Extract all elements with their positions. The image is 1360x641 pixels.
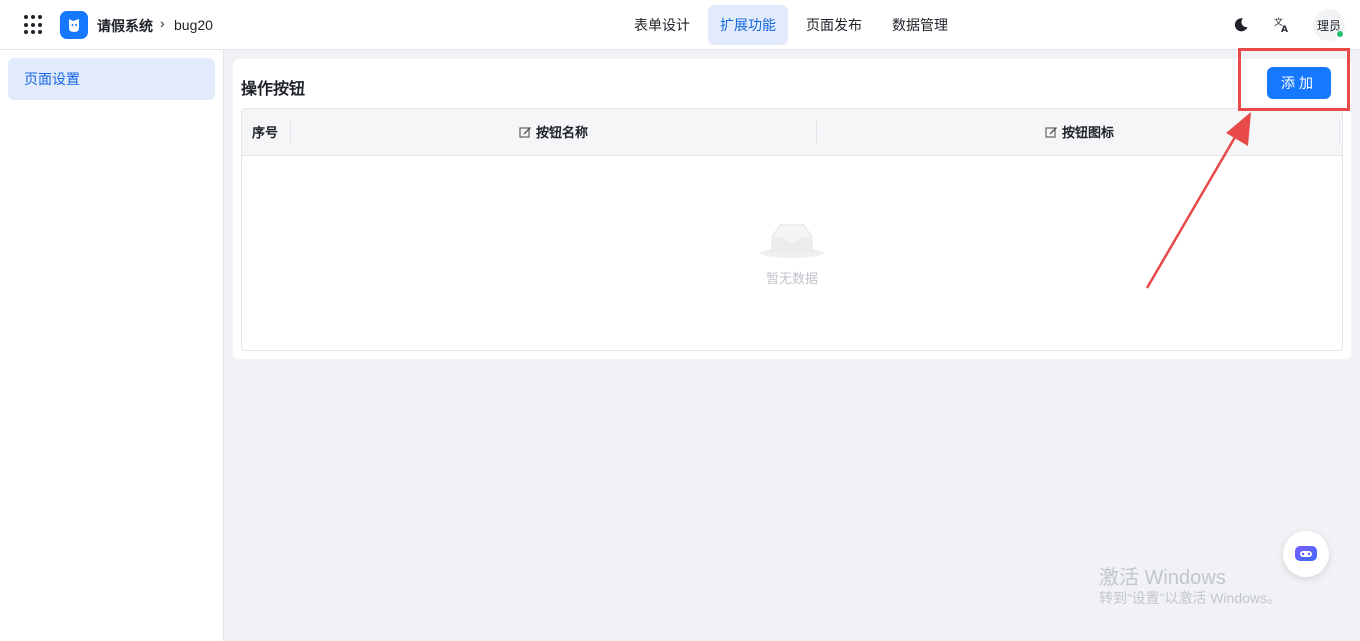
watermark-subtitle: 转到“设置”以激活 Windows。 [1099,590,1282,606]
watermark-title: 激活 Windows [1099,567,1226,589]
empty-inbox-icon [760,224,824,258]
tab-data-management[interactable]: 数据管理 [880,5,960,45]
sidebar: 页面设置 [0,50,224,641]
translate-icon[interactable]: 文A [1271,14,1293,36]
breadcrumb-app-id[interactable]: bug20 [174,17,213,33]
app-logo-icon [60,11,88,39]
empty-state: 暂无数据 [752,215,832,287]
column-divider [290,121,291,143]
empty-text: 暂无数据 [765,271,818,286]
tab-extensions[interactable]: 扩展功能 [708,5,788,45]
tab-form-design[interactable]: 表单设计 [622,5,702,45]
moon-icon[interactable] [1230,14,1252,36]
tab-page-publish[interactable]: 页面发布 [794,5,874,45]
app-name[interactable]: 请假系统 [97,16,153,36]
breadcrumb-separator: › [160,15,165,31]
top-bar: 请假系统 › bug20 表单设计 扩展功能 页面发布 数据管理 文A 理员 [0,0,1360,50]
buttons-table: 序号 按钮名称 按钮图标 暂无数据 [241,108,1343,351]
column-header-button-icon[interactable]: 按钮图标 [1045,109,1114,156]
chat-assistant-button[interactable] [1283,531,1329,577]
column-label: 按钮图标 [1062,125,1115,140]
edit-icon [519,127,531,138]
column-divider [1339,121,1340,143]
main-nav: 表单设计 扩展功能 页面发布 数据管理 [622,5,966,45]
annotation-highlight-box [1238,48,1350,111]
section-title: 操作按钮 [241,81,306,98]
edit-icon [1045,127,1057,138]
chat-bot-icon [1295,546,1317,561]
table-header: 序号 按钮名称 按钮图标 [242,109,1342,156]
column-header-button-name[interactable]: 按钮名称 [519,109,588,156]
column-divider [816,121,817,143]
online-status-dot [1336,30,1344,38]
user-avatar[interactable]: 理员 [1313,9,1345,41]
sidebar-item-page-settings[interactable]: 页面设置 [8,58,215,100]
svg-text:A: A [1281,25,1288,34]
apps-grid-icon[interactable] [23,14,45,36]
column-header-index: 序号 [252,125,279,140]
column-label: 按钮名称 [536,125,589,140]
operation-buttons-card: 操作按钮 添加 序号 按钮名称 按钮图标 暂无数据 [233,59,1351,359]
